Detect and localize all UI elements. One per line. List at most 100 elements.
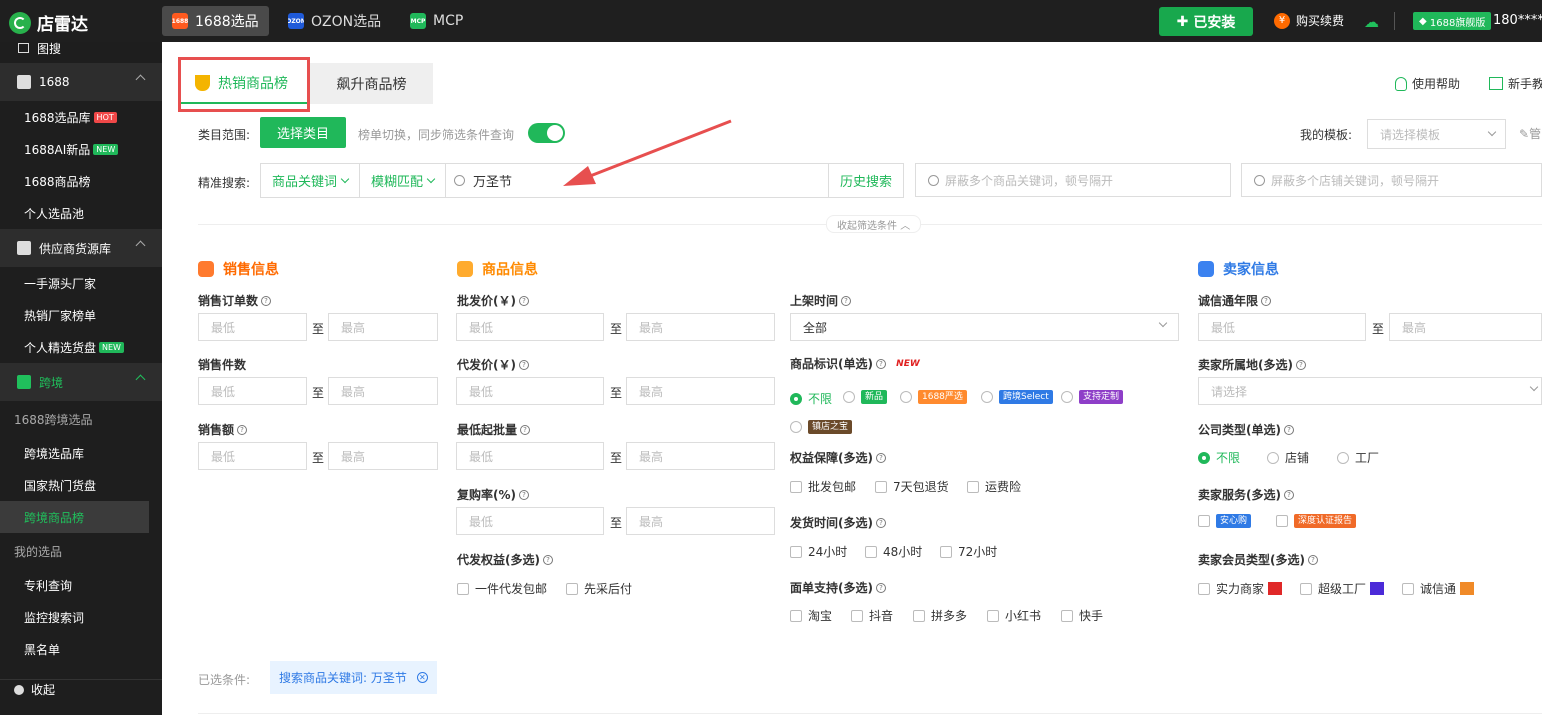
rights-pay-later-checkbox[interactable]: 先采后付	[566, 580, 632, 597]
vip-label: 1688旗舰版	[1429, 17, 1486, 29]
sidebar-item-1688-lib[interactable]: 1688选品库 HOT	[0, 101, 162, 133]
dropship-min-input[interactable]: 最低	[456, 377, 604, 405]
pieces-min-input[interactable]: 最低	[198, 377, 307, 405]
user-phone[interactable]: 180****2	[1493, 13, 1542, 28]
face-kuaishou-checkbox[interactable]: 快手	[1061, 607, 1103, 624]
manage-link[interactable]: ✎管	[1519, 125, 1541, 142]
company-any-radio[interactable]: 不限	[1198, 449, 1240, 466]
sidebar-item-hot-factory[interactable]: 热销厂家榜单	[0, 299, 162, 331]
member-super-factory-checkbox[interactable]: 超级工厂	[1300, 580, 1385, 597]
close-icon[interactable]: ✕	[416, 672, 428, 683]
search-field-select[interactable]: 商品关键词	[261, 164, 361, 197]
help-icon: ?	[1307, 554, 1318, 565]
mark-treasure-radio[interactable]: 镇店之宝	[790, 420, 853, 434]
member-strong-checkbox[interactable]: 实力商家	[1198, 580, 1283, 597]
chevron-up-icon: ︿	[900, 220, 911, 232]
guarantee-free-shipping-checkbox[interactable]: 批发包邮	[790, 478, 856, 495]
mark-new-radio[interactable]: 新品	[843, 390, 888, 404]
face-pdd-checkbox[interactable]: 拼多多	[913, 607, 967, 624]
company-factory-radio[interactable]: 工厂	[1337, 449, 1379, 466]
help-label: 使用帮助	[1412, 77, 1461, 91]
help-link[interactable]: 使用帮助	[1395, 75, 1460, 92]
installed-button[interactable]: ✚ 已安装	[1159, 7, 1253, 36]
checkbox-label: 7天包退货	[893, 480, 949, 494]
service-anxin-checkbox[interactable]: 安心购	[1198, 514, 1252, 528]
pieces-max-input[interactable]: 最高	[328, 377, 438, 405]
wholesale-min-input[interactable]: 最低	[456, 313, 604, 341]
guarantee-freight-checkbox[interactable]: 运费险	[967, 478, 1021, 495]
cloud-download-icon[interactable]: ☁	[1364, 13, 1381, 31]
checkbox-label: 先采后付	[584, 582, 633, 596]
mark-any-radio[interactable]: 不限	[790, 390, 832, 407]
sidebar-collapse[interactable]: 收起	[0, 679, 162, 699]
block-shop-input[interactable]: 屏蔽多个店铺关键词，顿号隔开	[1241, 163, 1542, 197]
tab-mcp[interactable]: MCP MCP	[400, 6, 473, 36]
service-report-checkbox[interactable]: 深度认证报告	[1276, 514, 1357, 528]
select-category-button[interactable]: 选择类目	[260, 117, 346, 148]
years-max-input[interactable]: 最高	[1389, 313, 1542, 341]
orders-max-input[interactable]: 最高	[328, 313, 438, 341]
history-search-button[interactable]: 历史搜索	[827, 164, 903, 197]
member-chengxin-checkbox[interactable]: 诚信通	[1402, 580, 1475, 597]
sidebar-item-cross-lib[interactable]: 跨境选品库	[0, 437, 162, 469]
tab-rising-rank[interactable]: 飙升商品榜	[310, 63, 433, 104]
collapse-filters-button[interactable]: 收起筛选条件 ︿	[826, 215, 922, 233]
tab-ozon[interactable]: OZON OZON选品	[278, 6, 391, 36]
sidebar-group-supply[interactable]: 供应商货源库	[0, 229, 162, 267]
tab-1688[interactable]: 1688 1688选品	[162, 6, 269, 36]
checkbox-label: 一件代发包邮	[475, 582, 548, 596]
block-product-input[interactable]: 屏蔽多个商品关键词，顿号隔开	[915, 163, 1231, 197]
min-batch-min-input[interactable]: 最低	[456, 442, 604, 470]
sidebar-item-patent[interactable]: 专利查询	[0, 569, 162, 601]
match-mode-select[interactable]: 模糊匹配	[360, 164, 447, 197]
sidebar-item-cross-rank[interactable]: 跨境商品榜	[0, 501, 149, 533]
edit-icon: ✎	[1519, 127, 1530, 141]
amount-min-input[interactable]: 最低	[198, 442, 307, 470]
guarantee-7day-checkbox[interactable]: 7天包退货	[875, 478, 949, 495]
mark-select-radio[interactable]: 跨境Select	[981, 390, 1053, 404]
sidebar-item-personal-pick[interactable]: 个人精选货盘 NEW	[0, 331, 162, 363]
keyword-input[interactable]: 万圣节	[446, 164, 828, 197]
years-min-input[interactable]: 最低	[1198, 313, 1366, 341]
selected-keyword-chip[interactable]: 搜索商品关键词: 万圣节 ✕	[270, 661, 437, 694]
app-logo[interactable]: 店雷达	[9, 10, 88, 35]
checkbox-box	[790, 609, 802, 622]
template-select[interactable]: 请选择模板	[1367, 119, 1506, 149]
repurchase-min-input[interactable]: 最低	[456, 507, 604, 535]
ship-24h-checkbox[interactable]: 24小时	[790, 543, 847, 560]
checkbox-box	[875, 480, 887, 493]
sidebar-group-cross[interactable]: 跨境	[0, 363, 162, 401]
sidebar-item-source-factory[interactable]: 一手源头厂家	[0, 267, 162, 299]
ship-72h-checkbox[interactable]: 72小时	[940, 543, 997, 560]
face-taobao-checkbox[interactable]: 淘宝	[790, 607, 832, 624]
company-shop-radio[interactable]: 店铺	[1267, 449, 1309, 466]
sync-toggle[interactable]	[528, 123, 565, 143]
sidebar-item-country-hot[interactable]: 国家热门货盘	[0, 469, 162, 501]
min-batch-max-input[interactable]: 最高	[626, 442, 775, 470]
face-xhs-checkbox[interactable]: 小红书	[987, 607, 1041, 624]
dropship-max-input[interactable]: 最高	[626, 377, 775, 405]
vip-badge[interactable]: ◆ 1688旗舰版	[1413, 12, 1492, 30]
wholesale-max-input[interactable]: 最高	[626, 313, 775, 341]
rights-free-shipping-checkbox[interactable]: 一件代发包邮	[457, 580, 547, 597]
company-type-label: 公司类型(单选)?	[1198, 421, 1294, 438]
sidebar-item-1688-ai[interactable]: 1688AI新品 NEW	[0, 133, 162, 165]
buy-renew-link[interactable]: ¥ 购买续费	[1274, 12, 1344, 29]
listing-time-select[interactable]: 全部	[790, 313, 1179, 341]
orders-min-input[interactable]: 最低	[198, 313, 307, 341]
sidebar-item-blacklist[interactable]: 黑名单	[0, 633, 162, 665]
newbie-link[interactable]: 新手教	[1489, 75, 1542, 92]
sidebar-item-1688-rank[interactable]: 1688商品榜	[0, 165, 162, 197]
mark-custom-radio[interactable]: 支持定制	[1061, 390, 1124, 404]
sidebar-group-1688[interactable]: 1688	[0, 63, 162, 101]
sidebar-item-monitor[interactable]: 监控搜索词	[0, 601, 162, 633]
mark-strict-radio[interactable]: 1688严选	[900, 390, 967, 404]
repurchase-max-input[interactable]: 最高	[626, 507, 775, 535]
amount-max-input[interactable]: 最高	[328, 442, 438, 470]
sidebar-item-image-search[interactable]: 图搜	[0, 42, 162, 56]
region-select[interactable]: 请选择	[1198, 377, 1542, 405]
face-douyin-checkbox[interactable]: 抖音	[851, 607, 893, 624]
sidebar-item-pool[interactable]: 个人选品池	[0, 197, 162, 229]
ship-48h-checkbox[interactable]: 48小时	[865, 543, 922, 560]
new-badge: NEW	[93, 143, 119, 155]
